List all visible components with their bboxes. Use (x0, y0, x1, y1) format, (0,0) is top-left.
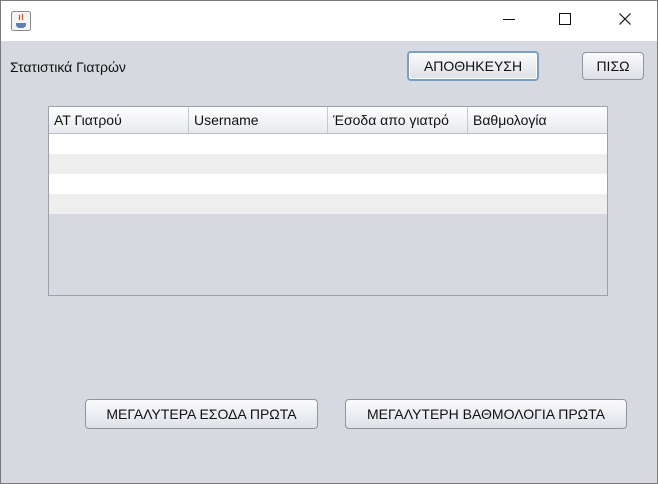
maximize-icon (559, 12, 571, 30)
table-row[interactable] (49, 194, 607, 214)
table-row[interactable] (49, 134, 607, 154)
column-header-username[interactable]: Username (189, 107, 328, 133)
page-heading: Στατιστικά Γιατρών (10, 59, 126, 75)
maximize-button[interactable] (537, 1, 593, 41)
java-app-icon (11, 11, 31, 31)
save-button[interactable]: ΑΠΟΘΗΚΕΥΣΗ (407, 51, 539, 81)
table-row[interactable] (49, 174, 607, 194)
column-header-doctor-id[interactable]: ΑΤ Γιατρού (49, 107, 189, 133)
sort-by-rating-button[interactable]: ΜΕΓΑΛΥΤΕΡΗ ΒΑΘΜΟΛΟΓΙΑ ΠΡΩΤΑ (345, 399, 627, 429)
table-row[interactable] (49, 154, 607, 174)
column-header-rating[interactable]: Βαθμολογία (468, 107, 607, 133)
app-window: Στατιστικά Γιατρών ΑΠΟΘΗΚΕΥΣΗ ΠΙΣΩ ΑΤ Γι… (0, 0, 658, 484)
minimize-button[interactable] (481, 1, 537, 41)
close-icon (619, 12, 631, 30)
title-bar[interactable] (1, 1, 657, 41)
close-button[interactable] (597, 1, 653, 41)
back-button[interactable]: ΠΙΣΩ (582, 52, 644, 80)
column-header-income[interactable]: Έσοδα απο γιατρό (328, 107, 468, 133)
minimize-icon (503, 12, 515, 30)
table-header: ΑΤ Γιατρού Username Έσοδα απο γιατρό Βαθ… (49, 107, 607, 134)
doctor-stats-table[interactable]: ΑΤ Γιατρού Username Έσοδα απο γιατρό Βαθ… (48, 106, 608, 296)
content-panel: Στατιστικά Γιατρών ΑΠΟΘΗΚΕΥΣΗ ΠΙΣΩ ΑΤ Γι… (1, 41, 657, 483)
sort-by-income-button[interactable]: ΜΕΓΑΛΥΤΕΡΑ ΕΣΟΔΑ ΠΡΩΤΑ (85, 399, 318, 429)
